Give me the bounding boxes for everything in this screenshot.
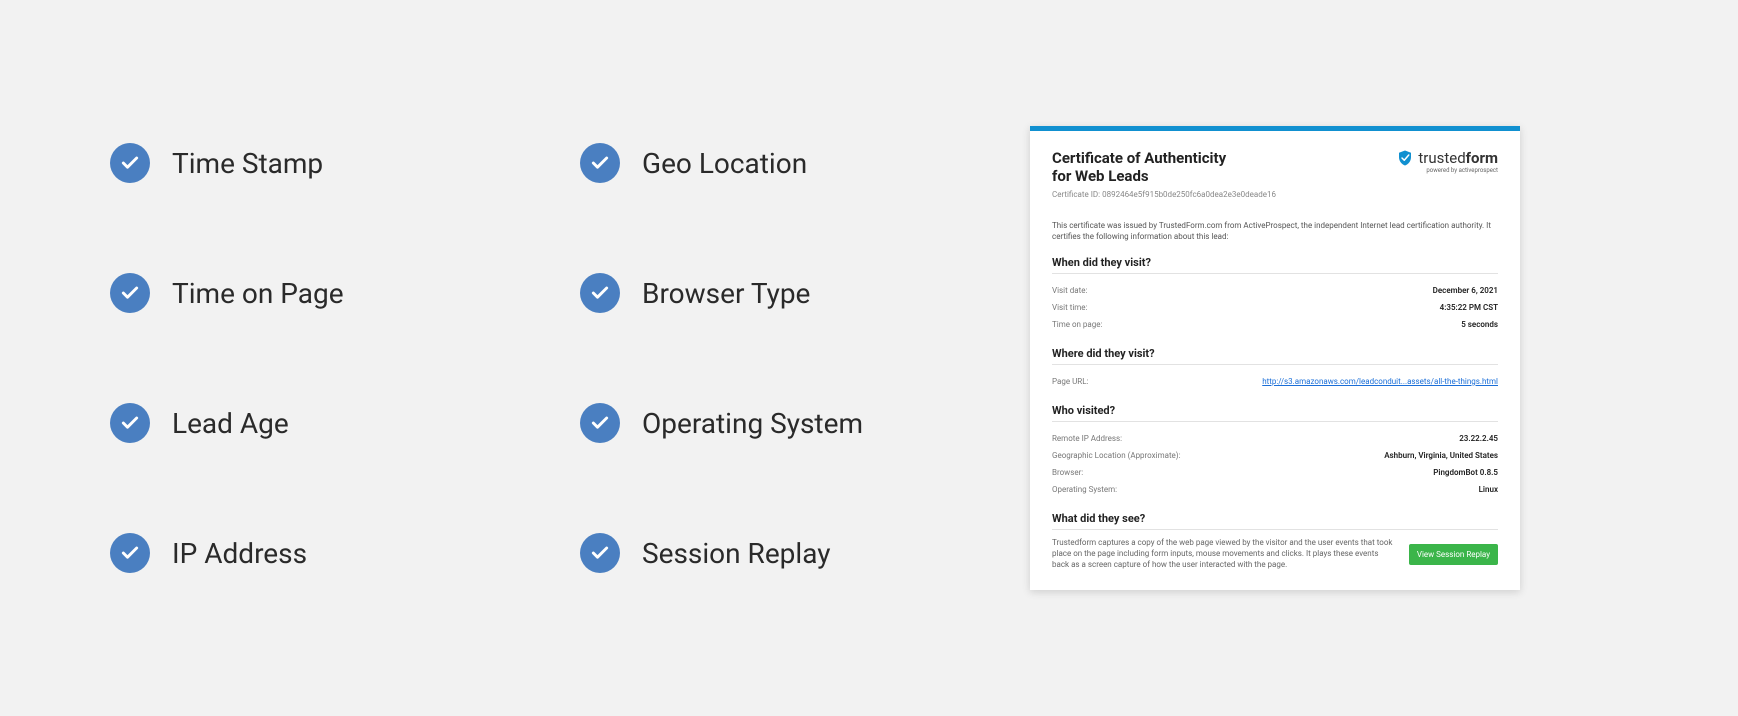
kv-time-on-page: Time on page: 5 seconds xyxy=(1052,316,1498,333)
feature-time-stamp: Time Stamp xyxy=(110,143,460,183)
kv-remote-ip: Remote IP Address: 23.22.2.45 xyxy=(1052,430,1498,447)
kv-page-url: Page URL: http://s3.amazonaws.com/leadcon… xyxy=(1052,373,1498,390)
check-icon xyxy=(110,533,150,573)
kv-key: Visit date: xyxy=(1052,286,1087,295)
feature-label: Browser Type xyxy=(642,277,810,310)
kv-browser: Browser: PingdomBot 0.8.5 xyxy=(1052,464,1498,481)
kv-value: 5 seconds xyxy=(1461,320,1498,329)
kv-visit-date: Visit date: December 6, 2021 xyxy=(1052,282,1498,299)
kv-os: Operating System: Linux xyxy=(1052,481,1498,498)
feature-geo-location: Geo Location xyxy=(580,143,930,183)
check-icon xyxy=(580,533,620,573)
brand-word-trusted: trusted xyxy=(1418,149,1465,167)
shield-icon xyxy=(1396,149,1414,167)
certificate-title-block: Certificate of Authenticity for Web Lead… xyxy=(1052,149,1276,200)
cert-title-line1: Certificate of Authenticity xyxy=(1052,149,1226,167)
kv-value-link[interactable]: http://s3.amazonaws.com/leadconduit...as… xyxy=(1262,377,1498,386)
kv-visit-time: Visit time: 4:35:22 PM CST xyxy=(1052,299,1498,316)
certificate-id: Certificate ID: 0892464e5f915b0de250fc6a… xyxy=(1052,190,1276,199)
replay-description: Trustedform captures a copy of the web p… xyxy=(1052,538,1397,570)
kv-key: Visit time: xyxy=(1052,303,1087,312)
kv-key: Remote IP Address: xyxy=(1052,434,1122,443)
replay-row: Trustedform captures a copy of the web p… xyxy=(1052,538,1498,570)
brand-row: trustedform xyxy=(1396,149,1498,167)
feature-label: Session Replay xyxy=(642,537,830,570)
feature-time-on-page: Time on Page xyxy=(110,273,460,313)
section-heading-where: Where did they visit? xyxy=(1052,347,1498,365)
kv-key: Operating System: xyxy=(1052,485,1117,494)
kv-key: Time on page: xyxy=(1052,320,1102,329)
kv-value: Ashburn, Virginia, United States xyxy=(1384,451,1498,460)
certificate-header: Certificate of Authenticity for Web Lead… xyxy=(1052,149,1498,200)
check-icon xyxy=(580,273,620,313)
check-icon xyxy=(580,143,620,183)
brand-block: trustedform powered by activeprospect xyxy=(1396,149,1498,174)
kv-value: 23.22.2.45 xyxy=(1459,434,1498,443)
view-session-replay-button[interactable]: View Session Replay xyxy=(1409,544,1498,565)
feature-label: Lead Age xyxy=(172,407,289,440)
certificate-preview: Certificate of Authenticity for Web Lead… xyxy=(1030,126,1520,591)
certificate-intro: This certificate was issued by TrustedFo… xyxy=(1052,221,1498,242)
feature-browser-type: Browser Type xyxy=(580,273,930,313)
check-icon xyxy=(580,403,620,443)
kv-value: Linux xyxy=(1479,485,1498,494)
cert-title-line2: for Web Leads xyxy=(1052,167,1149,185)
feature-ip-address: IP Address xyxy=(110,533,460,573)
feature-grid: Time Stamp Geo Location Time on Page Bro… xyxy=(110,143,930,573)
page: Time Stamp Geo Location Time on Page Bro… xyxy=(0,0,1738,716)
feature-lead-age: Lead Age xyxy=(110,403,460,443)
feature-operating-system: Operating System xyxy=(580,403,930,443)
section-heading-who: Who visited? xyxy=(1052,404,1498,422)
kv-key: Browser: xyxy=(1052,468,1083,477)
kv-geo: Geographic Location (Approximate): Ashbur… xyxy=(1052,447,1498,464)
kv-value: PingdomBot 0.8.5 xyxy=(1433,468,1498,477)
section-heading-what: What did they see? xyxy=(1052,512,1498,530)
check-icon xyxy=(110,143,150,183)
feature-label: Time Stamp xyxy=(172,147,323,180)
check-icon xyxy=(110,403,150,443)
kv-value: December 6, 2021 xyxy=(1433,286,1498,295)
check-icon xyxy=(110,273,150,313)
section-heading-when: When did they visit? xyxy=(1052,256,1498,274)
feature-label: IP Address xyxy=(172,537,307,570)
brand-word-form: form xyxy=(1466,149,1498,167)
kv-key: Geographic Location (Approximate): xyxy=(1052,451,1181,460)
kv-value: 4:35:22 PM CST xyxy=(1440,303,1498,312)
kv-key: Page URL: xyxy=(1052,377,1088,386)
certificate-card: Certificate of Authenticity for Web Lead… xyxy=(1030,126,1520,591)
feature-session-replay: Session Replay xyxy=(580,533,930,573)
feature-label: Time on Page xyxy=(172,277,344,310)
feature-label: Operating System xyxy=(642,407,863,440)
brand-text: trustedform xyxy=(1418,149,1498,167)
certificate-title: Certificate of Authenticity for Web Lead… xyxy=(1052,149,1276,187)
brand-subtext: powered by activeprospect xyxy=(1426,167,1498,174)
feature-label: Geo Location xyxy=(642,147,807,180)
